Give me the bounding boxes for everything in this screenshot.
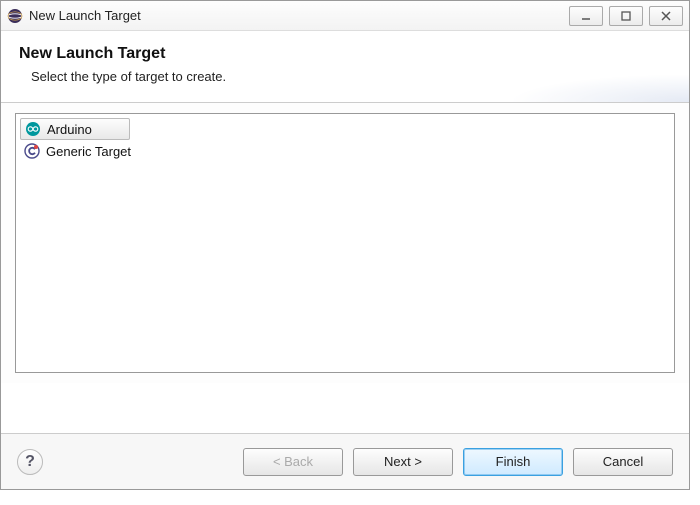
minimize-button[interactable]: [569, 6, 603, 26]
titlebar: New Launch Target: [1, 1, 689, 31]
cdt-icon: [24, 143, 40, 159]
window-controls: [569, 6, 683, 26]
content-area: Arduino Generic Target: [1, 103, 689, 383]
next-button[interactable]: Next >: [353, 448, 453, 476]
page-subtitle: Select the type of target to create.: [19, 69, 671, 84]
window-title: New Launch Target: [29, 8, 569, 23]
page-title: New Launch Target: [19, 45, 671, 63]
arduino-icon: [25, 121, 41, 137]
list-item-label: Generic Target: [46, 144, 131, 159]
close-button[interactable]: [649, 6, 683, 26]
button-bar: ? < Back Next > Finish Cancel: [1, 433, 689, 489]
back-button[interactable]: < Back: [243, 448, 343, 476]
list-item-label: Arduino: [47, 122, 92, 137]
finish-button[interactable]: Finish: [463, 448, 563, 476]
help-button[interactable]: ?: [17, 449, 43, 475]
target-type-list[interactable]: Arduino Generic Target: [15, 113, 675, 373]
close-icon: [660, 10, 672, 22]
maximize-icon: [620, 10, 632, 22]
wizard-header: New Launch Target Select the type of tar…: [1, 31, 689, 103]
minimize-icon: [580, 10, 592, 22]
dialog-window: New Launch Target New Launch Target Sele…: [0, 0, 690, 490]
list-item[interactable]: Generic Target: [20, 140, 670, 162]
cancel-button[interactable]: Cancel: [573, 448, 673, 476]
list-item[interactable]: Arduino: [20, 118, 130, 140]
help-icon: ?: [25, 453, 35, 471]
eclipse-icon: [7, 8, 23, 24]
maximize-button[interactable]: [609, 6, 643, 26]
